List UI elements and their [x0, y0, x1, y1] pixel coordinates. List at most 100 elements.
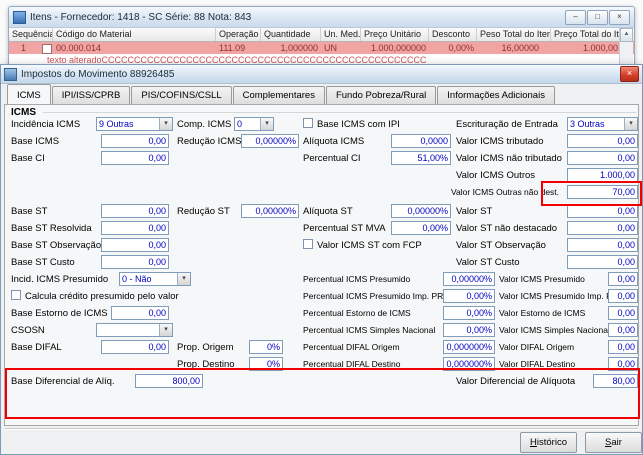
- prop-origem-field[interactable]: 0%: [249, 340, 283, 354]
- incid-icms-presumido-select[interactable]: 0 - Não ▾: [119, 272, 191, 286]
- app-icon: [13, 10, 26, 24]
- minimize-icon[interactable]: –: [565, 9, 586, 25]
- base-estorno-icms-field[interactable]: 0,00: [111, 306, 169, 320]
- tab-pis-cofins-csll[interactable]: PIS/COFINS/CSLL: [131, 86, 232, 104]
- row-checkbox[interactable]: [42, 44, 52, 54]
- base-ci-field[interactable]: 0,00: [101, 151, 169, 165]
- screen: Itens - Fornecedor: 1418 - SC Série: 88 …: [0, 0, 643, 455]
- reducao-icms-field[interactable]: 0,00000%: [241, 134, 299, 148]
- percentual-ci-field[interactable]: 51,00%: [391, 151, 451, 165]
- tab-bar: ICMS IPI/ISS/CPRB PIS/COFINS/CSLL Comple…: [7, 84, 556, 104]
- valor-st-nao-destacado-label: Valor ST não destacado: [456, 223, 558, 234]
- valor-icms-nao-tributado-label: Valor ICMS não tributado: [456, 153, 562, 164]
- col-peso-total[interactable]: Peso Total do Item: [477, 28, 551, 41]
- scroll-up-icon[interactable]: ▲: [620, 28, 633, 42]
- valor-icms-presumido-imp-pr-field[interactable]: 0,00: [608, 289, 638, 303]
- base-difal-field[interactable]: 0,00: [101, 340, 169, 354]
- base-st-custo-field[interactable]: 0,00: [101, 255, 169, 269]
- tab-fundo-pobreza[interactable]: Fundo Pobreza/Rural: [325, 86, 437, 104]
- base-estorno-icms-label: Base Estorno de ICMS: [11, 308, 108, 319]
- chevron-down-icon: ▾: [260, 118, 273, 130]
- items-window-titlebar[interactable]: Itens - Fornecedor: 1418 - SC Série: 88 …: [9, 7, 634, 28]
- valor-st-custo-field[interactable]: 0,00: [567, 255, 638, 269]
- valor-icms-outros-field[interactable]: 1.000,00: [567, 168, 638, 182]
- valor-icms-presumido-field[interactable]: 0,00: [608, 272, 638, 286]
- footer-divider: [5, 428, 638, 430]
- base-st-resolvida-field[interactable]: 0,00: [101, 221, 169, 235]
- incid-icms-presumido-label: Incid. ICMS Presumido: [11, 274, 109, 285]
- table-scrollbar[interactable]: ▲: [619, 28, 633, 66]
- close-icon[interactable]: ×: [620, 66, 639, 82]
- dialog-titlebar[interactable]: Impostos do Movimento 88926485 ×: [1, 65, 642, 84]
- percentual-icms-presumido-imp-pr-field[interactable]: 0,00%: [443, 289, 495, 303]
- cell-desconto: 0,00%: [448, 43, 474, 53]
- col-un-med[interactable]: Un. Med.: [321, 28, 361, 41]
- cell-quantidade: 1,000000: [280, 43, 318, 53]
- calcula-credito-checkbox[interactable]: [11, 290, 21, 300]
- items-window-title: Itens - Fornecedor: 1418 - SC Série: 88 …: [30, 11, 252, 23]
- valor-icms-simples-field[interactable]: 0,00: [608, 323, 638, 337]
- comp-icms-select[interactable]: 0 ▾: [234, 117, 274, 131]
- incidencia-icms-select[interactable]: 9 Outras ▾: [96, 117, 173, 131]
- comp-icms-label: Comp. ICMS: [177, 119, 232, 130]
- percentual-icms-simples-field[interactable]: 0,00%: [443, 323, 495, 337]
- base-icms-com-ipi-label: Base ICMS com IPI: [317, 119, 400, 130]
- comp-icms-value: 0: [237, 119, 243, 129]
- percentual-st-mva-field[interactable]: 0,00%: [391, 221, 451, 235]
- percentual-estorno-icms-field[interactable]: 0,00%: [443, 306, 495, 320]
- tab-informacoes-adicionais[interactable]: Informações Adicionais: [437, 86, 555, 104]
- percentual-icms-presumido-field[interactable]: 0,00000%: [443, 272, 495, 286]
- reducao-st-label: Redução ST: [177, 206, 230, 217]
- base-st-custo-label: Base ST Custo: [11, 257, 75, 268]
- aliquota-st-field[interactable]: 0,00000%: [391, 204, 451, 218]
- aliquota-icms-field[interactable]: 0,0000: [391, 134, 451, 148]
- base-icms-com-ipi-checkbox[interactable]: [303, 118, 313, 128]
- tab-complementares[interactable]: Complementares: [232, 86, 325, 104]
- valor-difal-origem-field[interactable]: 0,00: [608, 340, 638, 354]
- aliquota-icms-label: Alíquota ICMS: [303, 136, 365, 147]
- table-row[interactable]: 1 00.000.014 111.09 1,000000 UN 1.000,00…: [9, 42, 634, 54]
- base-st-observacao-field[interactable]: 0,00: [101, 238, 169, 252]
- historico-button[interactable]: Histórico: [520, 432, 577, 453]
- percentual-icms-simples-label: Percentual ICMS Simples Nacional: [303, 325, 436, 335]
- chevron-down-icon: ▾: [159, 118, 172, 130]
- col-desconto[interactable]: Desconto: [429, 28, 477, 41]
- base-ci-label: Base CI: [11, 153, 45, 164]
- tab-icms[interactable]: ICMS: [7, 84, 51, 104]
- valor-icms-tributado-field[interactable]: 0,00: [567, 134, 638, 148]
- escrituracao-entrada-label: Escrituração de Entrada: [456, 119, 558, 130]
- valor-st-nao-destacado-field[interactable]: 0,00: [567, 221, 638, 235]
- col-codigo[interactable]: Código do Material: [53, 28, 216, 41]
- valor-difal-origem-label: Valor DIFAL Origem: [499, 342, 575, 352]
- reducao-st-field[interactable]: 0,00000%: [241, 204, 299, 218]
- sair-button[interactable]: Sair: [585, 432, 642, 453]
- valor-icms-simples-label: Valor ICMS Simples Nacional: [499, 325, 610, 335]
- col-sequencia[interactable]: Sequência: [9, 28, 53, 41]
- valor-st-field[interactable]: 0,00: [567, 204, 638, 218]
- col-preco-unitario[interactable]: Preço Unitário: [361, 28, 429, 41]
- chevron-down-icon: ▾: [177, 273, 190, 285]
- valor-icms-tributado-label: Valor ICMS tributado: [456, 136, 544, 147]
- col-quantidade[interactable]: Quantidade: [261, 28, 321, 41]
- valor-st-observacao-field[interactable]: 0,00: [567, 238, 638, 252]
- cell-un-med: UN: [324, 43, 337, 53]
- escrituracao-entrada-select[interactable]: 3 Outras ▾: [567, 117, 638, 131]
- col-preco-total[interactable]: Preço Total do Item: [551, 28, 621, 41]
- incidencia-icms-label: Incidência ICMS: [11, 119, 81, 130]
- valor-icms-nao-tributado-field[interactable]: 0,00: [567, 151, 638, 165]
- tab-ipi-iss-cprb[interactable]: IPI/ISS/CPRB: [51, 86, 131, 104]
- csosn-value: [97, 324, 159, 336]
- maximize-icon[interactable]: □: [587, 9, 608, 25]
- base-st-field[interactable]: 0,00: [101, 204, 169, 218]
- csosn-select[interactable]: ▾: [96, 323, 173, 337]
- close-icon[interactable]: ×: [609, 9, 630, 25]
- incid-icms-presumido-value: 0 - Não: [122, 274, 152, 284]
- col-operacao[interactable]: Operação: [216, 28, 261, 41]
- calcula-credito-label: Calcula crédito presumido pelo valor: [25, 291, 179, 302]
- base-icms-field[interactable]: 0,00: [101, 134, 169, 148]
- valor-estorno-icms-field[interactable]: 0,00: [608, 306, 638, 320]
- percentual-difal-origem-field[interactable]: 0,000000%: [443, 340, 495, 354]
- percentual-ci-label: Percentual CI: [303, 153, 361, 164]
- valor-icms-st-com-fcp-checkbox[interactable]: [303, 239, 313, 249]
- dialog-icon: [4, 67, 17, 81]
